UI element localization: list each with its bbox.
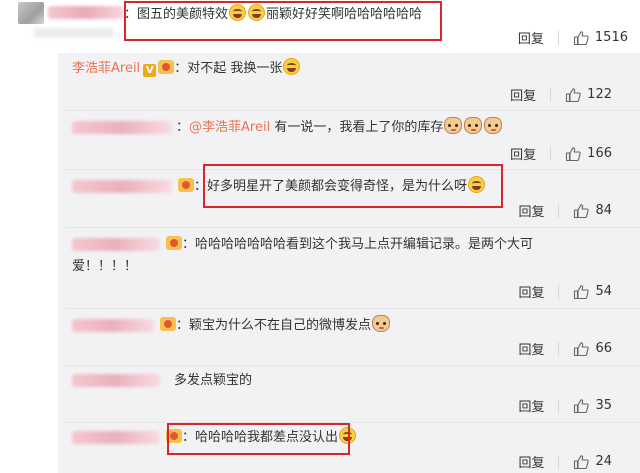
commenter-name-blurred[interactable] <box>48 6 124 19</box>
fan-badge-icon <box>178 178 194 192</box>
reply-button[interactable]: 回复 <box>518 201 544 220</box>
reply-content: ：颖宝为什么不在自己的微博发点 <box>72 315 391 337</box>
reply-thread: 李浩菲Areil V ：对不起 我换一张 回复 122 ：@李浩菲Areil 有一说… <box>58 53 640 473</box>
reply-actions: 回复 122 <box>510 85 612 104</box>
thumbs-up-icon <box>574 454 590 469</box>
reply-content: 李浩菲Areil V ：对不起 我换一张 <box>72 58 301 80</box>
reply-button[interactable]: 回复 <box>518 339 544 358</box>
divider <box>558 454 560 469</box>
divider <box>558 203 560 218</box>
thumbs-up-icon <box>574 284 590 299</box>
like-button[interactable]: 122 <box>565 87 612 103</box>
like-button[interactable]: 35 <box>573 398 612 414</box>
reply-item: ：颖宝为什么不在自己的微博发点 回复 66 <box>58 309 640 366</box>
reply-author-blurred[interactable] <box>72 238 160 251</box>
reply-actions: 回复 35 <box>518 396 612 415</box>
divider <box>558 398 560 413</box>
like-button[interactable]: 24 <box>573 454 612 470</box>
like-count: 35 <box>595 398 612 413</box>
blurred-meta <box>34 28 114 38</box>
reply-author-blurred[interactable] <box>72 319 154 332</box>
reply-author-blurred[interactable] <box>72 180 172 193</box>
reply-author[interactable]: 李浩菲Areil <box>72 61 140 76</box>
like-button[interactable]: 66 <box>573 341 612 357</box>
highlight-box <box>167 423 350 455</box>
like-count: 24 <box>595 454 612 469</box>
reply-button[interactable]: 回复 <box>518 452 544 471</box>
shrug-emoji-icon <box>283 58 301 75</box>
like-button[interactable]: 54 <box>573 284 612 300</box>
highlight-box <box>124 1 442 41</box>
cat-emoji-icon <box>444 117 463 134</box>
reply-author-blurred[interactable] <box>72 121 172 134</box>
reply-button[interactable]: 回复 <box>518 282 544 301</box>
reply-button[interactable]: 回复 <box>518 28 544 47</box>
fan-badge-icon <box>160 317 176 331</box>
thumbs-up-icon <box>566 87 581 102</box>
reply-actions: 回复 84 <box>518 201 612 220</box>
like-button[interactable]: 84 <box>573 203 612 219</box>
thumbs-up-icon <box>573 30 589 45</box>
like-count: 54 <box>595 284 612 299</box>
thumbs-up-icon <box>574 203 590 218</box>
reply-content: ：@李浩菲Areil 有一说一，我看上了你的库存 <box>72 117 503 139</box>
like-count: 84 <box>595 203 612 218</box>
reply-item: ：哈哈哈哈哈哈哈看到这个我马上点开编辑记录。是两个大可 爱！！！！ 回复 54 <box>58 228 640 309</box>
reply-actions: 回复 54 <box>518 282 612 301</box>
like-button[interactable]: 166 <box>565 146 612 162</box>
reply-item: ：@李浩菲Areil 有一说一，我看上了你的库存 回复 166 <box>58 111 640 170</box>
reply-actions: 回复 24 <box>518 452 612 471</box>
like-count: 166 <box>587 146 612 161</box>
fan-badge-icon <box>158 60 175 74</box>
cat-emoji-icon <box>372 315 391 332</box>
reply-item: 多发点颖宝的 回复 35 <box>58 366 640 423</box>
reply-author-blurred[interactable] <box>72 374 160 387</box>
cat-emoji-icon <box>484 117 503 134</box>
reply-item: 李浩菲Areil V ：对不起 我换一张 回复 122 <box>58 53 640 111</box>
reply-button[interactable]: 回复 <box>518 396 544 415</box>
reply-content: ：哈哈哈哈哈哈哈看到这个我马上点开编辑记录。是两个大可 爱！！！！ <box>72 236 534 274</box>
cat-emoji-icon <box>464 117 483 134</box>
reply-actions: 回复 66 <box>518 339 612 358</box>
like-count: 1516 <box>594 30 628 45</box>
reply-author-blurred[interactable] <box>72 431 160 444</box>
avatar[interactable] <box>18 2 44 24</box>
thumbs-up-icon <box>574 341 590 356</box>
divider <box>550 146 552 161</box>
divider <box>558 341 560 356</box>
like-count: 122 <box>587 87 612 102</box>
thumbs-up-icon <box>574 398 590 413</box>
divider <box>550 87 552 102</box>
divider <box>557 30 559 45</box>
reply-content: 多发点颖宝的 <box>72 370 252 392</box>
like-count: 66 <box>595 341 612 356</box>
fan-badge-icon <box>166 236 182 250</box>
divider <box>558 284 560 299</box>
mention-link[interactable]: @李浩菲Areil <box>189 120 270 135</box>
reply-actions: 回复 166 <box>510 144 612 163</box>
verified-icon: V <box>143 64 157 77</box>
highlight-box <box>203 164 503 208</box>
thumbs-up-icon <box>566 146 581 161</box>
reply-button[interactable]: 回复 <box>510 85 536 104</box>
like-button[interactable]: 1516 <box>573 30 628 46</box>
comment-actions: 回复 1516 <box>518 28 628 47</box>
reply-button[interactable]: 回复 <box>510 144 536 163</box>
